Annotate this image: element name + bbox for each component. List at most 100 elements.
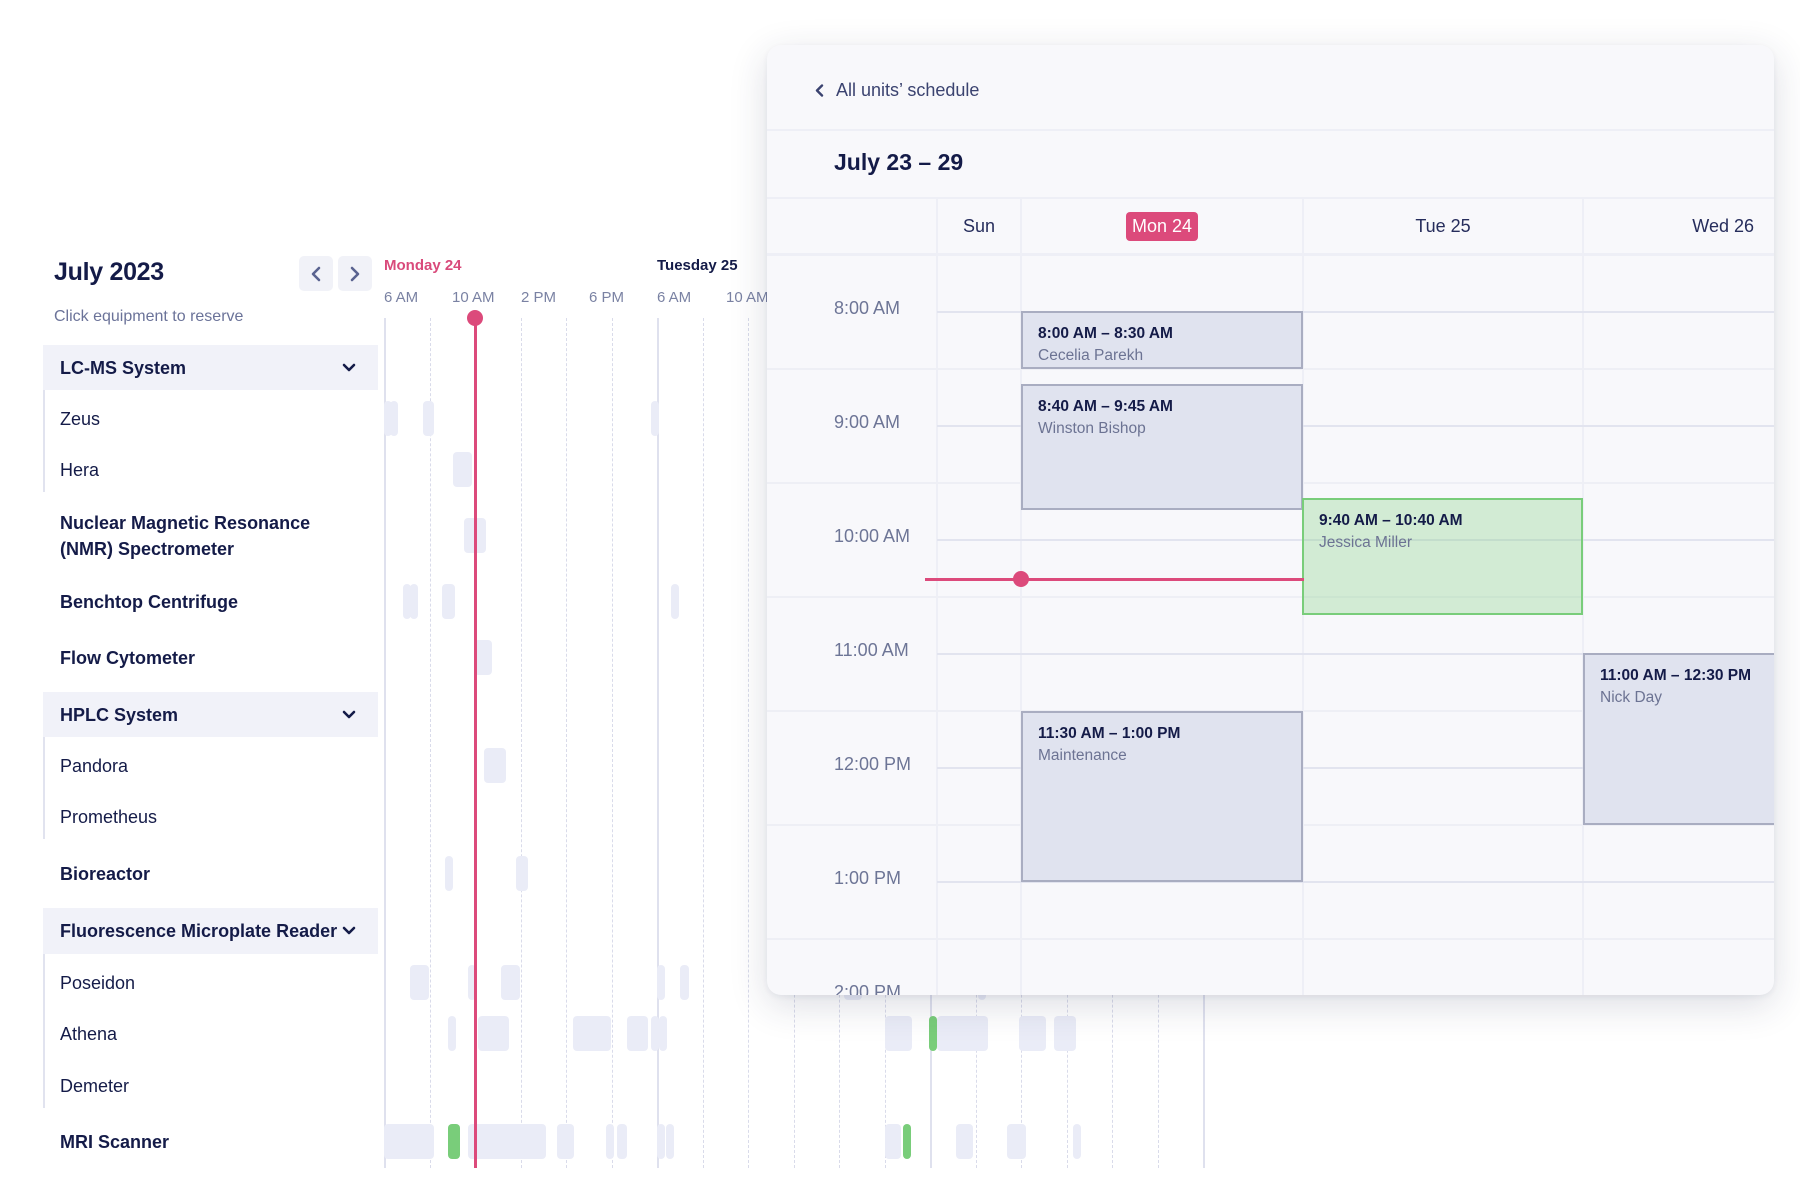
reservation-bar[interactable] xyxy=(447,1016,456,1051)
reservation-bar[interactable] xyxy=(1018,1016,1047,1051)
reservation-bar[interactable] xyxy=(1007,1124,1026,1159)
month-title: July 2023 xyxy=(54,258,164,286)
equipment-label: Benchtop Centrifuge xyxy=(60,592,238,612)
column-header-label: Wed 26 xyxy=(1692,215,1754,236)
my-reservation-event[interactable]: 9:40 AM – 10:40 AM Jessica Miller xyxy=(1302,498,1583,615)
event-person: Winston Bishop xyxy=(1038,420,1146,437)
chevron-down-icon[interactable] xyxy=(342,363,356,373)
reservation-bar[interactable] xyxy=(390,401,399,436)
chevron-left-icon xyxy=(311,266,321,281)
reservation-bar[interactable] xyxy=(936,1016,989,1051)
reservation-bar[interactable] xyxy=(442,584,455,619)
equipment-unit-athena[interactable]: Athena xyxy=(43,1012,378,1056)
half-hour-gridline xyxy=(767,596,1774,598)
my-reservation-bar[interactable] xyxy=(447,1124,461,1159)
previous-period-button[interactable] xyxy=(299,256,333,291)
next-period-button[interactable] xyxy=(338,256,372,291)
reservation-bar[interactable] xyxy=(617,1124,627,1159)
equipment-group-hplc-system[interactable]: HPLC System xyxy=(43,692,378,737)
reservation-bar[interactable] xyxy=(666,1124,675,1159)
reservation-bar[interactable] xyxy=(659,1016,668,1051)
equipment-unit-demeter[interactable]: Demeter xyxy=(43,1064,378,1108)
equipment-group-fluorescence-microplate-reader[interactable]: Fluorescence Microplate Reader xyxy=(43,908,378,954)
reservation-bar[interactable] xyxy=(384,1124,435,1159)
equipment-unit-prometheus[interactable]: Prometheus xyxy=(43,795,378,839)
column-header-label: Tue 25 xyxy=(1415,215,1471,236)
reservation-bar[interactable] xyxy=(484,748,506,783)
reservation-bar[interactable] xyxy=(651,1016,660,1051)
column-header-mon[interactable]: Mon 24 xyxy=(1021,198,1303,254)
column-header-tue[interactable]: Tue 25 xyxy=(1303,198,1583,254)
chevron-down-icon[interactable] xyxy=(342,710,356,720)
equipment-group-lc-ms-system[interactable]: LC-MS System xyxy=(43,345,378,390)
chevron-down-icon[interactable] xyxy=(342,926,356,936)
reservation-bar[interactable] xyxy=(453,452,472,487)
event-person: Nick Day xyxy=(1600,689,1663,706)
equipment-flow-cytometer[interactable]: Flow Cytometer xyxy=(43,636,378,680)
current-time-marker xyxy=(467,310,483,326)
half-hour-gridline xyxy=(767,938,1774,940)
column-header-wed[interactable]: Wed 26 xyxy=(1583,198,1774,254)
chevron-left-icon xyxy=(815,84,824,97)
reservation-bar[interactable] xyxy=(468,1124,546,1159)
chevron-right-icon xyxy=(350,266,360,281)
event-person: Maintenance xyxy=(1038,747,1127,764)
tick-label: 10 AM xyxy=(726,289,769,306)
divider xyxy=(767,253,1774,256)
today-badge: Mon 24 xyxy=(1125,211,1199,241)
my-reservation-bar[interactable] xyxy=(902,1124,911,1159)
reservation-bar[interactable] xyxy=(657,1124,665,1159)
equipment-unit-pandora[interactable]: Pandora xyxy=(43,744,378,788)
equipment-label: Nuclear Magnetic Resonance (NMR) Spectro… xyxy=(60,513,311,559)
reservation-bar[interactable] xyxy=(605,1124,615,1159)
reservation-bar[interactable] xyxy=(651,401,660,436)
reservation-bar[interactable] xyxy=(884,1016,913,1051)
reservation-bar[interactable] xyxy=(657,965,665,1000)
equipment-nmr-spectrometer[interactable]: Nuclear Magnetic Resonance (NMR) Spectro… xyxy=(43,508,343,564)
day-label-tuesday: Tuesday 25 xyxy=(657,257,738,274)
equipment-label: HPLC System xyxy=(60,704,179,725)
reservation-bar[interactable] xyxy=(422,401,435,436)
reservation-bar[interactable] xyxy=(670,584,679,619)
reservation-event[interactable]: 8:00 AM – 8:30 AM Cecelia Parekh xyxy=(1021,311,1303,369)
reservation-bar[interactable] xyxy=(572,1016,611,1051)
reservation-bar[interactable] xyxy=(884,1124,901,1159)
back-to-all-units-link[interactable]: All units’ schedule xyxy=(815,80,979,101)
equipment-sidebar: July 2023 Click equipment to reserve LC-… xyxy=(0,0,380,1183)
equipment-unit-poseidon[interactable]: Poseidon xyxy=(43,961,378,1005)
reservation-bar[interactable] xyxy=(501,965,520,1000)
hour-label: 1:00 PM xyxy=(834,868,902,888)
reservation-bar[interactable] xyxy=(679,965,690,1000)
reservation-bar[interactable] xyxy=(1073,1124,1082,1159)
reservation-bar[interactable] xyxy=(556,1124,575,1159)
equipment-label: MRI Scanner xyxy=(60,1132,170,1152)
reservation-bar[interactable] xyxy=(409,584,418,619)
back-link-label: All units’ schedule xyxy=(836,80,980,100)
my-reservation-bar[interactable] xyxy=(928,1016,937,1051)
reservation-bar[interactable] xyxy=(627,1016,649,1051)
reservation-bar[interactable] xyxy=(445,856,454,891)
reservation-bar[interactable] xyxy=(956,1124,974,1159)
tick-label: 6 AM xyxy=(657,289,692,306)
equipment-bioreactor[interactable]: Bioreactor xyxy=(43,852,378,896)
reservation-bar[interactable] xyxy=(478,1016,510,1051)
column-header-sun[interactable]: Sun xyxy=(937,198,1021,254)
hour-gridline xyxy=(429,318,431,1168)
hour-label: 11:00 AM xyxy=(834,640,909,660)
equipment-benchtop-centrifuge[interactable]: Benchtop Centrifuge xyxy=(43,580,378,624)
reservation-bar[interactable] xyxy=(1053,1016,1076,1051)
tick-label: 10 AM xyxy=(452,289,495,306)
maintenance-event[interactable]: 11:30 AM – 1:00 PM Maintenance xyxy=(1021,711,1303,882)
reservation-bar[interactable] xyxy=(410,965,429,1000)
equipment-unit-zeus[interactable]: Zeus xyxy=(43,397,378,441)
unit-schedule-panel: All units’ schedule July 23 – 29 Sun Mon… xyxy=(767,45,1774,995)
equipment-mri-scanner[interactable]: MRI Scanner xyxy=(43,1120,378,1164)
reservation-event[interactable]: 11:00 AM – 12:30 PM Nick Day xyxy=(1583,653,1774,825)
reservation-bar[interactable] xyxy=(515,856,528,891)
equipment-label: LC-MS System xyxy=(60,357,187,378)
equipment-unit-hera[interactable]: Hera xyxy=(43,448,378,492)
reservation-event[interactable]: 8:40 AM – 9:45 AM Winston Bishop xyxy=(1021,384,1303,510)
hour-label: 10:00 AM xyxy=(834,526,911,546)
current-time-marker xyxy=(1013,571,1029,587)
day-gridline xyxy=(384,318,386,1168)
